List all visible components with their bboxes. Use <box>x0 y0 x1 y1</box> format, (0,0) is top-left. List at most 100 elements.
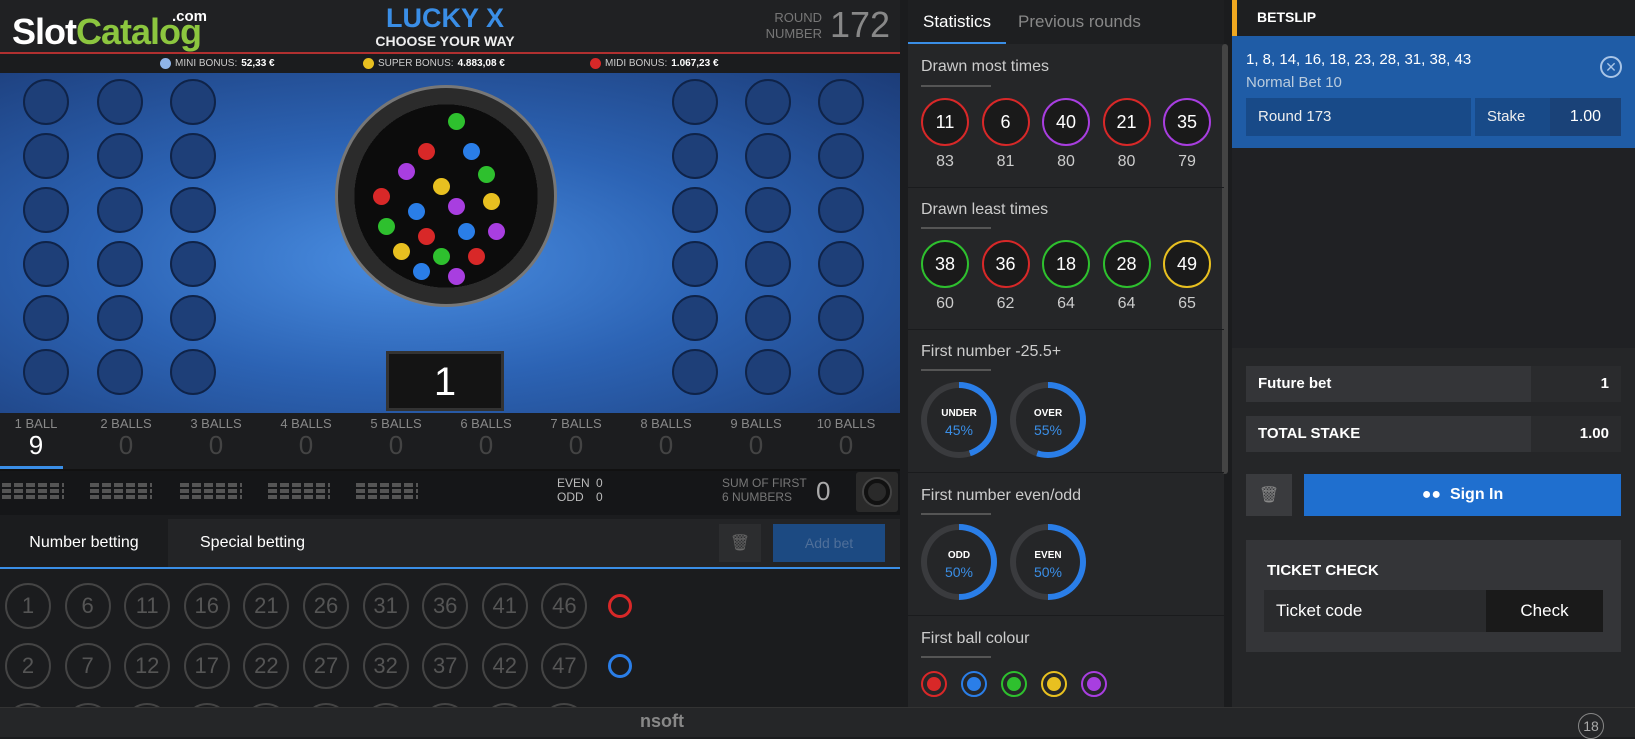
first-ball-colour-title: First ball colour <box>921 630 1030 647</box>
number-ball[interactable]: 21 <box>243 583 290 629</box>
number-ball[interactable]: 7 <box>64 643 111 689</box>
section-underline <box>921 227 991 229</box>
ball-count-3[interactable]: 3 BALLS 0 <box>171 416 261 459</box>
number-ball[interactable]: 27 <box>303 643 349 689</box>
ball-count-5[interactable]: 5 BALLS 0 <box>351 416 441 459</box>
dash-placeholder <box>2 483 64 499</box>
sign-in-button[interactable]: ●● Sign In <box>1304 474 1621 516</box>
number-ball[interactable]: 11 <box>124 583 171 629</box>
ball-count-1[interactable]: 1 BALL 9 <box>0 416 81 459</box>
clear-betslip-button[interactable]: 🗑 <box>1246 474 1292 516</box>
colour-fill <box>1047 677 1061 691</box>
ball-count-2[interactable]: 2 BALLS 0 <box>81 416 171 459</box>
statistics-scrollbar[interactable] <box>1222 44 1228 474</box>
total-stake-row: TOTAL STAKE 1.00 <box>1246 416 1621 452</box>
even-odd-title: First number even/odd <box>921 487 1082 504</box>
future-bet-input[interactable]: 1 <box>1531 366 1621 402</box>
ball-slot <box>745 241 791 287</box>
drum-ball <box>488 223 505 240</box>
ring-inner: UNDER 45% <box>927 388 991 452</box>
number-ball[interactable]: 16 <box>183 583 230 629</box>
total-stake-label: TOTAL STAKE <box>1258 425 1361 442</box>
eo-label: EVEN <box>1034 550 1062 561</box>
ball-slot <box>672 79 718 125</box>
midi-bonus-label: MIDI BONUS: <box>605 58 668 69</box>
first-number-title: First number -25.5+ <box>921 343 1062 360</box>
tab-statistics[interactable]: Statistics <box>908 0 1006 44</box>
users-icon: ●● <box>1421 486 1442 503</box>
tab-special-betting[interactable]: Special betting <box>200 519 305 567</box>
betslip-empty-area <box>1232 148 1635 348</box>
number-ball[interactable]: 6 <box>64 583 111 629</box>
tab-previous-rounds[interactable]: Previous rounds <box>1018 0 1141 44</box>
ball-count-7[interactable]: 7 BALLS 0 <box>531 416 621 459</box>
drum-ball <box>413 263 430 280</box>
least-count: 64 <box>1057 295 1075 312</box>
betting-tabs: Number betting Special betting <box>0 519 900 569</box>
number-ball[interactable]: 42 <box>481 643 528 689</box>
mini-bonus-label: MINI BONUS: <box>175 58 238 69</box>
ball-count-label: 6 BALLS <box>460 416 512 431</box>
least-count: 62 <box>996 295 1015 312</box>
number-ball[interactable]: 17 <box>183 643 230 689</box>
ball-count-10[interactable]: 10 BALLS 0 <box>801 416 891 459</box>
number-ball[interactable]: 47 <box>541 643 588 689</box>
eo-label: ODD <box>947 550 971 561</box>
number-ball[interactable]: 1 <box>5 583 51 629</box>
ball-count-9[interactable]: 9 BALLS 0 <box>711 416 801 459</box>
ticket-code-input[interactable]: Ticket code <box>1264 590 1486 632</box>
ball-count-value: 0 <box>838 430 854 460</box>
super-bonus-value: 4.883,08 € <box>457 58 505 69</box>
number-ball[interactable]: 26 <box>303 583 349 629</box>
number-ball[interactable]: 36 <box>422 583 469 629</box>
mini-bonus-icon <box>160 58 171 69</box>
number-ball[interactable]: 41 <box>481 583 528 629</box>
trash-icon: 🗑 <box>1258 487 1280 504</box>
colour-bet-red[interactable] <box>608 594 632 618</box>
total-stake-value: 1.00 <box>1531 416 1621 452</box>
round-label: ROUND NUMBER <box>765 10 822 41</box>
clear-bet-button[interactable]: 🗑 <box>719 524 761 562</box>
ball-count-8[interactable]: 8 BALLS 0 <box>621 416 711 459</box>
drum-ball <box>483 193 500 210</box>
ticket-check-title: TICKET CHECK <box>1267 562 1379 579</box>
drum-ball <box>478 166 495 183</box>
number-ball[interactable]: 2 <box>5 643 51 689</box>
number-ball[interactable]: 37 <box>422 643 469 689</box>
bonus-bar: MINI BONUS: 52,33 € SUPER BONUS: 4.883,08 … <box>0 56 900 73</box>
game-subtitle: CHOOSE YOUR WAY <box>375 33 515 49</box>
drum-ball <box>433 178 450 195</box>
ball-count-active-indicator <box>0 466 63 469</box>
section-divider <box>908 472 1224 473</box>
ball-slot <box>818 79 864 125</box>
ball-slot <box>818 241 864 287</box>
section-underline <box>921 369 991 371</box>
ball-slot <box>170 79 216 125</box>
number-ball[interactable]: 46 <box>541 583 588 629</box>
eo-ring: EVEN 50% <box>1010 524 1086 600</box>
number-ball[interactable]: 12 <box>124 643 171 689</box>
logo-com: .com <box>172 8 208 25</box>
ball-slot <box>818 295 864 341</box>
colour-bet-blue[interactable] <box>608 654 632 678</box>
ball-count-6[interactable]: 6 BALLS 0 <box>441 416 531 459</box>
eo-pct: 50% <box>944 564 974 580</box>
least-count: 65 <box>1178 295 1196 312</box>
close-icon[interactable]: ✕ <box>1600 56 1622 78</box>
future-bet-label: Future bet <box>1258 375 1332 392</box>
sum-toggle-button[interactable] <box>856 472 898 512</box>
betslip-title: BETSLIP <box>1232 0 1635 36</box>
ball-slot <box>745 295 791 341</box>
add-bet-button[interactable]: Add bet <box>773 524 885 562</box>
stake-input[interactable]: 1.00 <box>1550 98 1621 136</box>
most-count: 81 <box>996 153 1015 170</box>
number-ball[interactable]: 32 <box>362 643 409 689</box>
ball-slot <box>745 187 791 233</box>
ball-slot <box>170 295 216 341</box>
tab-number-betting[interactable]: Number betting <box>0 519 168 567</box>
drum-ball <box>398 163 415 180</box>
check-ticket-button[interactable]: Check <box>1486 590 1603 632</box>
number-ball[interactable]: 22 <box>243 643 290 689</box>
number-ball[interactable]: 31 <box>362 583 409 629</box>
ball-count-4[interactable]: 4 BALLS 0 <box>261 416 351 459</box>
